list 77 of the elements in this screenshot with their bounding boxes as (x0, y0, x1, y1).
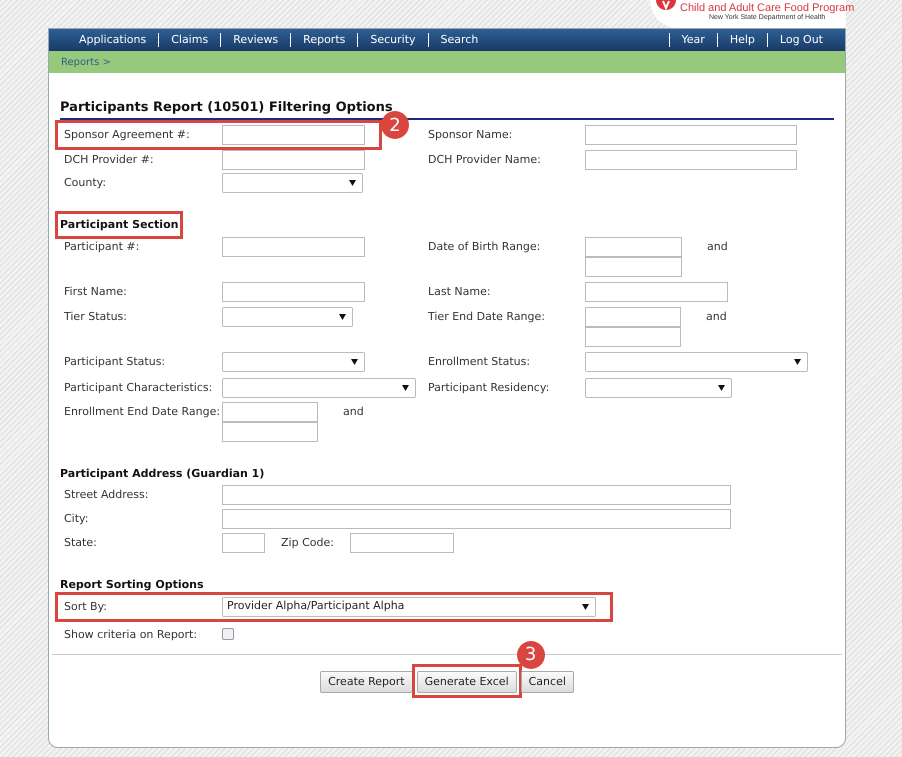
range-label: and (706, 308, 727, 324)
date-field[interactable] (585, 236, 682, 256)
field-label: Sponsor Name: (428, 127, 514, 142)
breadcrumb-link[interactable]: Reports > (61, 54, 111, 70)
text-field[interactable] (222, 509, 731, 529)
nav-link[interactable]: Search (428, 33, 490, 47)
action-button[interactable]: Create Report (320, 670, 413, 693)
caret-icon (402, 384, 409, 390)
field-label: DCH Provider #: (64, 152, 155, 167)
text-field[interactable] (585, 125, 797, 145)
action-button[interactable]: Generate Excel (416, 670, 517, 693)
field-label: First Name: (64, 284, 128, 298)
action-button[interactable]: Cancel (520, 670, 574, 693)
nav-link[interactable]: Reports (290, 33, 358, 47)
text-field[interactable] (222, 485, 731, 505)
section-heading: Participant Address (Guardian 1) (60, 466, 264, 480)
caret-icon (351, 358, 358, 364)
nav-link[interactable]: Reviews (220, 33, 290, 47)
logo-icon (655, 0, 677, 12)
date-field[interactable] (585, 326, 681, 346)
field-label: Sort By: (64, 598, 108, 614)
field-label: Enrollment End Date Range: (64, 404, 222, 418)
text-field[interactable] (222, 236, 365, 256)
field-label: Sponsor Agreement #: (64, 127, 191, 142)
caret-icon (794, 358, 801, 364)
section-heading: Report Sorting Options (60, 578, 204, 591)
nav-link[interactable]: Applications (67, 33, 158, 47)
text-field[interactable] (350, 533, 454, 553)
dropdown[interactable]: Provider Alpha/Participant Alpha (222, 596, 596, 616)
dropdown[interactable] (222, 352, 365, 372)
nav-link[interactable]: Year (668, 33, 717, 47)
field-label: Participant Residency: (428, 380, 550, 394)
range-label: and (343, 404, 364, 420)
dropdown[interactable] (222, 378, 416, 398)
field-label: Tier Status: (64, 308, 128, 324)
text-field[interactable] (222, 125, 365, 145)
field-label: Participant Status: (64, 354, 166, 368)
field-label: DCH Provider Name: (428, 152, 542, 167)
field-label: Zip Code: (280, 535, 335, 551)
date-field[interactable] (585, 256, 682, 276)
field-label: Show criteria on Report: (64, 626, 198, 642)
date-field[interactable] (222, 402, 318, 422)
date-field[interactable] (585, 306, 681, 326)
caret-icon (718, 384, 725, 390)
callout-badge: 3 (516, 640, 545, 668)
text-field[interactable] (585, 282, 728, 302)
nav-link[interactable]: Log Out (766, 33, 835, 47)
dropdown[interactable] (585, 378, 732, 398)
nav-link[interactable]: Security (357, 33, 428, 47)
field-label: Street Address: (64, 487, 150, 502)
dropdown[interactable] (222, 306, 353, 326)
caret-icon (349, 180, 356, 186)
nav-link[interactable]: Claims (158, 33, 220, 47)
field-label: Participant #: (64, 238, 140, 254)
caret-icon (582, 604, 589, 610)
nav-link[interactable]: Help (716, 33, 767, 47)
caret-icon (339, 314, 346, 320)
field-label: County: (64, 175, 108, 190)
range-label: and (707, 238, 728, 254)
brand-title: Child and Adult Care Food Program (680, 2, 854, 14)
text-field[interactable] (222, 150, 365, 170)
date-field[interactable] (222, 422, 318, 442)
text-field[interactable] (585, 150, 797, 170)
text-field[interactable] (222, 533, 265, 553)
field-label: Date of Birth Range: (428, 238, 542, 254)
callout-badge: 2 (381, 111, 409, 139)
field-label: State: (64, 535, 98, 550)
dropdown[interactable] (222, 173, 363, 193)
section-heading: Participant Section (60, 218, 178, 231)
checkbox[interactable] (222, 628, 234, 640)
field-label: City: (64, 511, 90, 526)
field-label: Enrollment Status: (428, 354, 532, 368)
field-label: Participant Characteristics: (64, 380, 214, 394)
dropdown[interactable] (585, 352, 808, 372)
field-label: Tier End Date Range: (428, 308, 546, 324)
text-field[interactable] (222, 282, 365, 302)
field-label: Last Name: (428, 284, 492, 298)
